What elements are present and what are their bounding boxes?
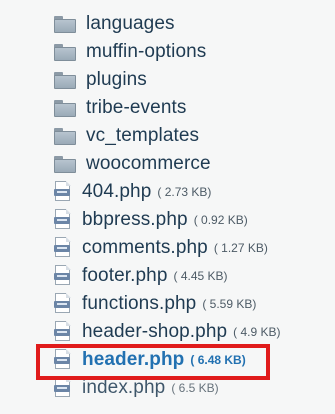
file-name: index.php	[82, 377, 166, 398]
php-file-icon	[54, 265, 72, 287]
file-item-bbpress[interactable]: bbpress.php ( 0.92 KB)	[54, 206, 335, 234]
folder-name: tribe-events	[86, 97, 187, 118]
folder-item-tribe-events[interactable]: tribe-events	[54, 94, 335, 122]
file-name: footer.php	[82, 265, 168, 286]
php-file-icon	[54, 377, 72, 399]
file-size: ( 0.92 KB)	[193, 213, 248, 227]
folder-name: woocommerce	[86, 153, 211, 174]
php-file-icon	[54, 237, 72, 259]
folder-item-muffin-options[interactable]: muffin-options	[54, 38, 335, 66]
folder-icon	[54, 43, 76, 61]
folder-icon	[54, 127, 76, 145]
php-file-icon	[54, 293, 72, 315]
file-name: header.php	[82, 349, 185, 370]
file-item-404[interactable]: 404.php ( 2.73 KB)	[54, 178, 335, 206]
file-name: header-shop.php	[82, 321, 228, 342]
folder-item-woocommerce[interactable]: woocommerce	[54, 150, 335, 178]
file-tree: languages muffin-options plugins tribe-e…	[54, 10, 335, 402]
file-item-header-shop[interactable]: header-shop.php ( 4.9 KB)	[54, 318, 335, 346]
php-file-icon	[54, 181, 72, 203]
folder-name: languages	[86, 13, 175, 34]
php-file-icon	[54, 321, 72, 343]
file-size: ( 4.9 KB)	[233, 325, 281, 339]
file-size: ( 4.45 KB)	[173, 269, 228, 283]
file-size: ( 6.5 KB)	[171, 381, 219, 395]
folder-icon	[54, 155, 76, 173]
file-name: 404.php	[82, 181, 152, 202]
folder-icon	[54, 15, 76, 33]
folder-item-vc-templates[interactable]: vc_templates	[54, 122, 335, 150]
folder-item-plugins[interactable]: plugins	[54, 66, 335, 94]
file-item-comments[interactable]: comments.php ( 1.27 KB)	[54, 234, 335, 262]
php-file-icon	[54, 349, 72, 371]
file-item-footer[interactable]: footer.php ( 4.45 KB)	[54, 262, 335, 290]
folder-icon	[54, 71, 76, 89]
folder-name: plugins	[86, 69, 147, 90]
file-item-header-active[interactable]: header.php ( 6.48 KB)	[54, 346, 335, 374]
file-size: ( 2.73 KB)	[157, 185, 212, 199]
file-size: ( 5.59 KB)	[202, 297, 257, 311]
folder-item-languages[interactable]: languages	[54, 10, 335, 38]
php-file-icon	[54, 209, 72, 231]
theme-file-browser: languages muffin-options plugins tribe-e…	[0, 0, 335, 414]
file-item-index[interactable]: index.php ( 6.5 KB)	[54, 374, 335, 402]
file-size: ( 6.48 KB)	[190, 353, 246, 367]
file-name: bbpress.php	[82, 209, 188, 230]
folder-name: muffin-options	[86, 41, 207, 62]
file-size: ( 1.27 KB)	[213, 241, 268, 255]
folder-name: vc_templates	[86, 125, 200, 146]
file-name: comments.php	[82, 237, 208, 258]
file-name: functions.php	[82, 293, 197, 314]
folder-icon	[54, 99, 76, 117]
file-item-functions[interactable]: functions.php ( 5.59 KB)	[54, 290, 335, 318]
